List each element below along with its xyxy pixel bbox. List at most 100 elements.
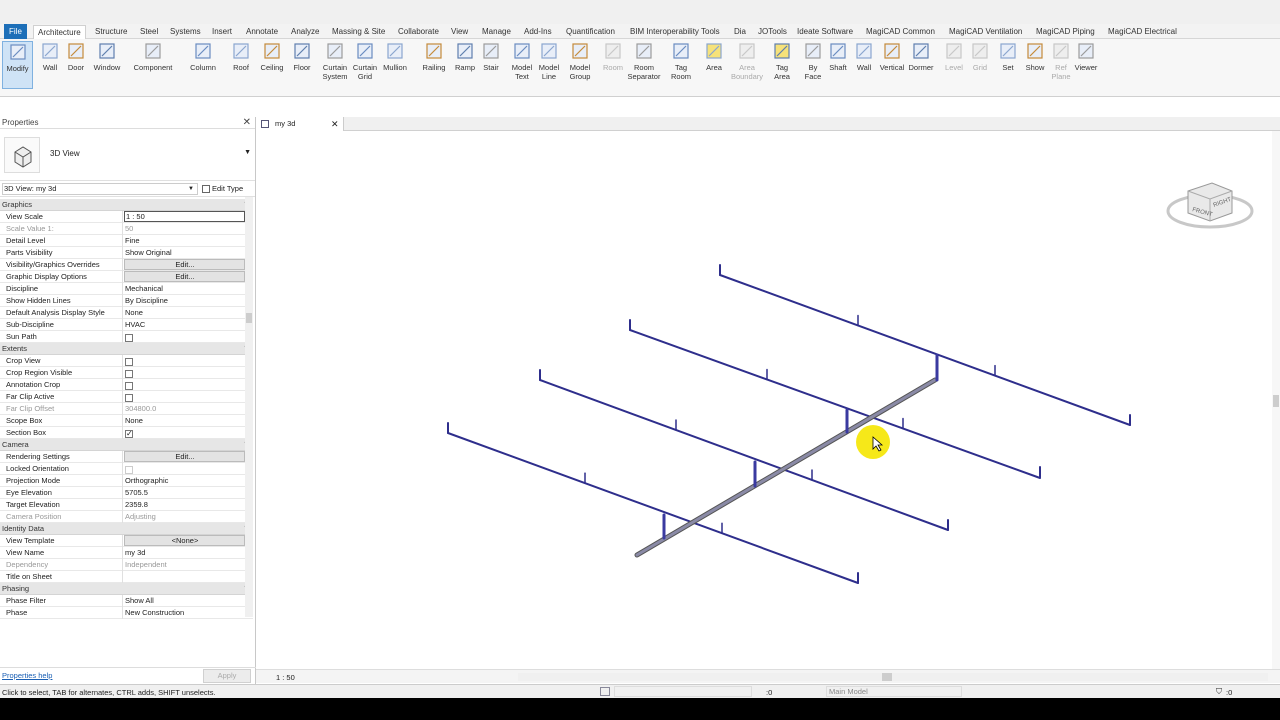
property-value[interactable]: Orthographic	[124, 475, 245, 487]
property-row[interactable]: Eye Elevation 5705.5	[0, 487, 253, 499]
grid-button[interactable]: Grid	[968, 41, 992, 72]
property-row[interactable]: Sub-Discipline HVAC	[0, 319, 253, 331]
show-button[interactable]: Show	[1022, 41, 1048, 72]
ramp-button[interactable]: Ramp	[452, 41, 478, 72]
viewport-scrollbar[interactable]	[1272, 131, 1280, 669]
scrollbar-thumb[interactable]	[246, 313, 252, 323]
property-row[interactable]: Target Elevation 2359.8	[0, 499, 253, 511]
property-row[interactable]: Detail Level Fine	[0, 235, 253, 247]
checkbox[interactable]	[125, 334, 133, 343]
modify-button[interactable]: Modify	[2, 41, 33, 89]
checkbox[interactable]	[125, 370, 133, 379]
tab-analyze[interactable]: Analyze	[291, 25, 319, 39]
ref-plane-button[interactable]: Ref Plane	[1048, 41, 1074, 81]
property-value[interactable]: 1 : 50	[124, 211, 245, 222]
door-button[interactable]: Door	[66, 41, 86, 72]
tab-insert[interactable]: Insert	[212, 25, 232, 39]
section-camera[interactable]: Camera⌃	[0, 439, 253, 451]
shaft-button[interactable]: Shaft	[826, 41, 850, 72]
horizontal-scrollbar[interactable]	[518, 673, 1268, 681]
tab-ideate-software[interactable]: Ideate Software	[797, 25, 853, 39]
property-row[interactable]: Scale Value 1: 50	[0, 223, 253, 235]
filter-icon[interactable]: ⛉	[1216, 687, 1222, 697]
section-identity-data[interactable]: Identity Data⌃	[0, 523, 253, 535]
instance-selector[interactable]: 3D View: my 3d ▼	[2, 183, 198, 195]
tab-quantification[interactable]: Quantification	[566, 25, 615, 39]
property-value[interactable]: Edit...	[124, 271, 245, 282]
floor-button[interactable]: Floor	[290, 41, 314, 72]
property-row[interactable]: View Template <None>	[0, 535, 253, 547]
property-row[interactable]: View Scale 1 : 50	[0, 211, 253, 223]
property-row[interactable]: Phase Filter Show All	[0, 595, 253, 607]
property-row[interactable]: Title on Sheet	[0, 571, 253, 583]
area-boundary-button[interactable]: Area Boundary	[730, 41, 764, 81]
property-row[interactable]: Crop Region Visible	[0, 367, 253, 379]
tab-massing-site[interactable]: Massing & Site	[332, 25, 385, 39]
property-row[interactable]: Far Clip Active	[0, 391, 253, 403]
property-value[interactable]: 2359.8	[124, 499, 245, 511]
property-row[interactable]: Far Clip Offset 304800.0	[0, 403, 253, 415]
property-row[interactable]: Default Analysis Display Style None	[0, 307, 253, 319]
property-row[interactable]: Section Box	[0, 427, 253, 440]
wall-button[interactable]: Wall	[40, 41, 60, 72]
tab-my-3d[interactable]: my 3d ✕	[256, 117, 344, 131]
vertical-button[interactable]: Vertical	[878, 41, 906, 72]
property-value[interactable]: None	[124, 415, 245, 427]
property-value[interactable]: Fine	[124, 235, 245, 247]
property-value[interactable]: my 3d	[124, 547, 245, 559]
property-value[interactable]	[124, 331, 245, 343]
property-value[interactable]: Show Original	[124, 247, 245, 259]
tab-magicad-ventilation[interactable]: MagiCAD Ventilation	[949, 25, 1022, 39]
window-button[interactable]: Window	[92, 41, 122, 72]
property-row[interactable]: Rendering Settings Edit...	[0, 451, 253, 463]
properties-scrollbar[interactable]	[245, 197, 253, 617]
room-button[interactable]: Room	[600, 41, 626, 72]
model-line-button[interactable]: Model Line	[536, 41, 562, 81]
viewcube[interactable]: FRONT RIGHT	[1165, 165, 1255, 235]
close-icon[interactable]: ✕	[243, 117, 251, 129]
branch-pipe[interactable]	[539, 379, 949, 531]
railing-button[interactable]: Railing	[420, 41, 448, 72]
property-value[interactable]	[124, 427, 245, 440]
column-button[interactable]: Column	[188, 41, 218, 72]
curtain-system-button[interactable]: Curtain System	[320, 41, 350, 81]
viewer-button[interactable]: Viewer	[1072, 41, 1100, 72]
checkbox[interactable]	[125, 394, 133, 403]
tab-manage[interactable]: Manage	[482, 25, 511, 39]
property-value[interactable]: Mechanical	[124, 283, 245, 295]
tab-bim-interoperability-tools[interactable]: BIM Interoperability Tools	[630, 25, 720, 39]
property-row[interactable]: Scope Box None	[0, 415, 253, 427]
property-value[interactable]: Show All	[124, 595, 245, 607]
level-button[interactable]: Level	[942, 41, 966, 72]
tab-view[interactable]: View	[451, 25, 468, 39]
property-value[interactable]	[124, 367, 245, 379]
wall2-button[interactable]: Wall	[852, 41, 876, 72]
curtain-grid-button[interactable]: Curtain Grid	[350, 41, 380, 81]
property-row[interactable]: Locked Orientation	[0, 463, 253, 475]
property-row[interactable]: Camera Position Adjusting	[0, 511, 253, 523]
scrollbar-thumb[interactable]	[1273, 395, 1279, 407]
tab-architecture[interactable]: Architecture	[33, 25, 86, 39]
view-scale-label[interactable]: 1 : 50	[276, 673, 295, 682]
set-button[interactable]: Set	[996, 41, 1020, 72]
property-row[interactable]: Discipline Mechanical	[0, 283, 253, 295]
type-selector[interactable]: 3D View ▼	[0, 129, 255, 181]
property-value[interactable]: 5705.5	[124, 487, 245, 499]
property-row[interactable]: Graphic Display Options Edit...	[0, 271, 253, 283]
property-value[interactable]: By Discipline	[124, 295, 245, 307]
property-value[interactable]: Edit...	[124, 259, 245, 270]
section-graphics[interactable]: Graphics⌃	[0, 199, 253, 211]
main-pipe-fill[interactable]	[635, 378, 937, 557]
property-row[interactable]: Projection Mode Orthographic	[0, 475, 253, 487]
3d-viewport[interactable]: FRONT RIGHT	[257, 131, 1272, 669]
checkbox[interactable]	[125, 428, 133, 440]
tab-jotools[interactable]: JOTools	[758, 25, 787, 39]
component-button[interactable]: Component	[130, 41, 176, 72]
tab-dia[interactable]: Dia	[734, 25, 746, 39]
property-value[interactable]: <None>	[124, 535, 245, 546]
tab-magicad-electrical[interactable]: MagiCAD Electrical	[1108, 25, 1177, 39]
design-option-dropdown[interactable]: Main Model	[826, 686, 962, 697]
tab-structure[interactable]: Structure	[95, 25, 127, 39]
property-row[interactable]: Parts Visibility Show Original	[0, 247, 253, 259]
property-row[interactable]: Sun Path	[0, 331, 253, 343]
